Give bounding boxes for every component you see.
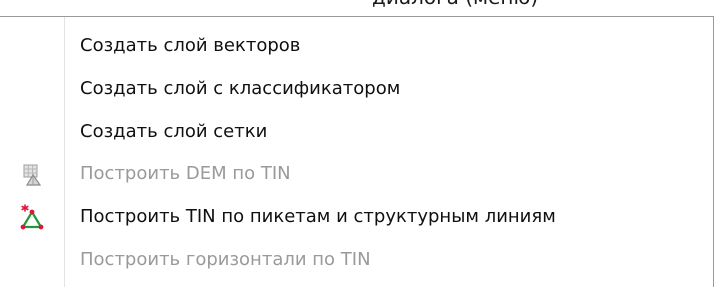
menu-item-build-tin[interactable]: Построить TIN по пикетам и структурным л… <box>0 197 712 237</box>
dem-grid-icon <box>18 160 46 188</box>
menu-item-build-dem-from-tin: Построить DEM по TIN <box>0 154 712 194</box>
menu-item-label: Создать слой векторов <box>80 35 301 56</box>
menu-item-label: Создать слой сетки <box>80 121 268 142</box>
tin-triangle-icon <box>18 203 46 231</box>
menu-item-label: Построить DEM по TIN <box>80 163 291 184</box>
menu-item-create-classifier-layer[interactable]: Создать слой с классификатором <box>0 69 712 109</box>
dialog-title-text: диалога (меню) <box>372 0 538 9</box>
menu-item-create-grid-layer[interactable]: Создать слой сетки <box>0 112 712 152</box>
context-menu: Создать слой векторов Создать слой с кла… <box>0 16 714 287</box>
menu-item-label: Построить TIN по пикетам и структурным л… <box>80 206 556 227</box>
menu-item-label: Создать слой с классификатором <box>80 78 401 99</box>
menu-item-build-contours-from-tin: Построить горизонтали по TIN <box>0 240 712 280</box>
menu-item-create-vector-layer[interactable]: Создать слой векторов <box>0 26 712 66</box>
menu-item-label: Построить горизонтали по TIN <box>80 249 371 270</box>
screenshot-root: диалога (меню) Создать слой векторов Соз… <box>0 0 714 287</box>
